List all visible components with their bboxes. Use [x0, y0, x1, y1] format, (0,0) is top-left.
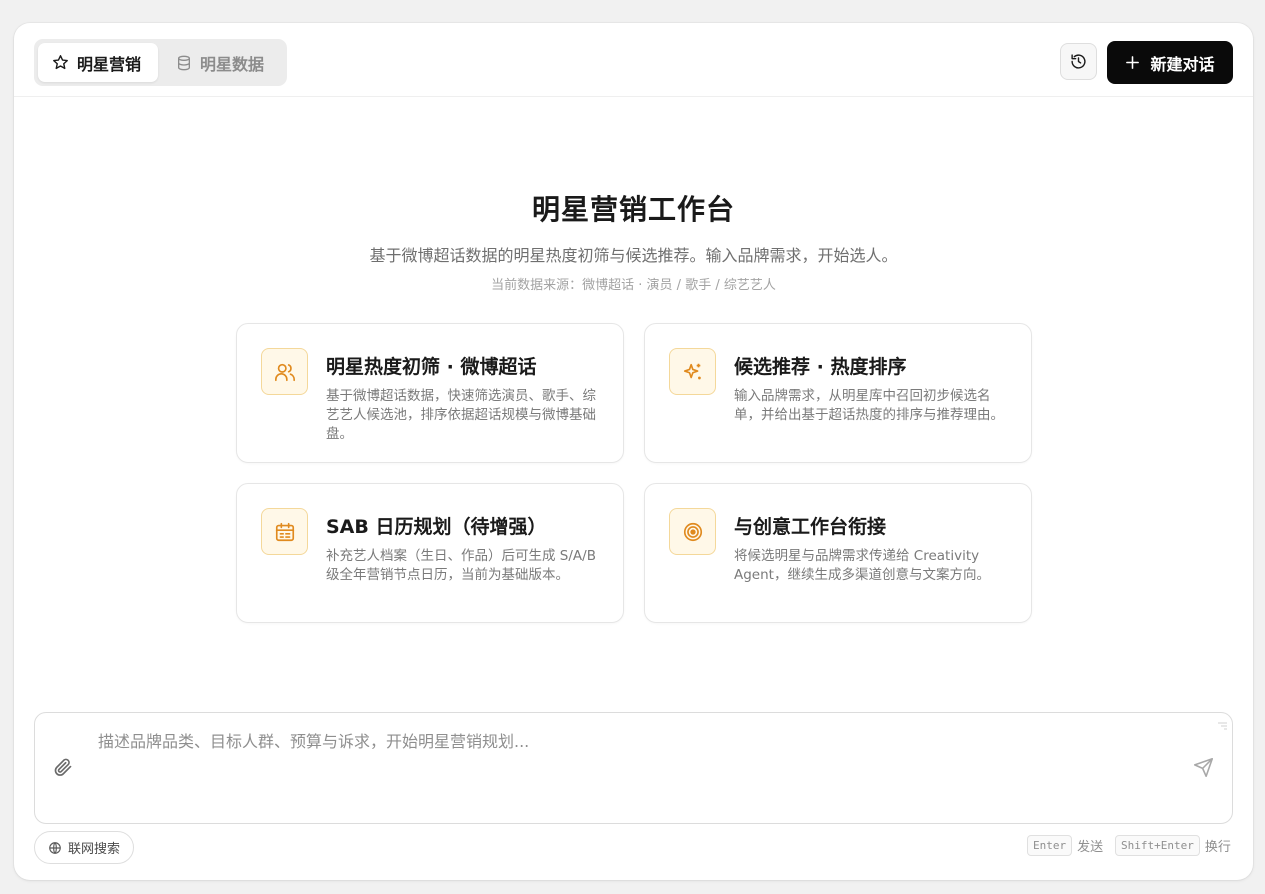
mode-tabs: 明星营销 明星数据 — [34, 39, 287, 86]
message-composer[interactable]: 描述品牌品类、目标人群、预算与诉求，开始明星营销规划... — [34, 712, 1233, 824]
users-icon — [261, 348, 308, 395]
send-button[interactable] — [1193, 757, 1214, 782]
card-title: 候选推荐 · 热度排序 — [734, 356, 907, 378]
shift-enter-key: Shift+Enter — [1115, 835, 1200, 856]
data-source-note: 当前数据来源：微博超话 · 演员 / 歌手 / 综艺艺人 — [491, 278, 776, 293]
enter-hint: Enter 发送 — [1027, 835, 1103, 856]
web-search-toggle[interactable]: 联网搜索 — [34, 831, 134, 864]
card-title: SAB 日历规划（待增强） — [326, 516, 547, 538]
plus-icon — [1126, 56, 1140, 69]
top-bar: 明星营销 明星数据 新建对话 — [14, 23, 1253, 97]
shift-enter-hint-label: 换行 — [1204, 840, 1231, 855]
feature-card-creativity-link[interactable]: 与创意工作台衔接 将候选明星与品牌需求传递给 Creativity Agent，… — [644, 483, 1032, 623]
new-chat-label: 新建对话 — [1150, 54, 1215, 74]
card-title: 与创意工作台衔接 — [734, 516, 887, 538]
globe-icon — [49, 841, 61, 854]
calendar-icon — [261, 508, 308, 555]
web-search-label: 联网搜索 — [67, 842, 120, 857]
attach-button[interactable] — [53, 757, 73, 781]
feature-card-heat-screening[interactable]: 明星热度初筛 · 微博超话 基于微博超话数据，快速筛选演员、歌手、综艺艺人候选池… — [236, 323, 624, 463]
tab-star-data[interactable]: 明星数据 — [162, 43, 283, 82]
card-title: 明星热度初筛 · 微博超话 — [326, 356, 537, 378]
shift-enter-hint: Shift+Enter 换行 — [1115, 835, 1231, 856]
new-chat-button[interactable]: 新建对话 — [1107, 41, 1233, 84]
star-icon — [53, 55, 68, 70]
target-icon — [669, 508, 716, 555]
page-title: 明星营销工作台 — [531, 193, 735, 226]
paperclip-icon — [54, 758, 72, 776]
history-button[interactable] — [1060, 43, 1097, 80]
feature-cards: 明星热度初筛 · 微博超话 基于微博超话数据，快速筛选演员、歌手、综艺艺人候选池… — [236, 323, 1032, 623]
send-icon — [1193, 757, 1214, 778]
page-subtitle: 基于微博超话数据的明星热度初筛与候选推荐。输入品牌需求，开始选人。 — [369, 246, 898, 265]
tab-star-marketing[interactable]: 明星营销 — [38, 43, 158, 82]
card-desc: 补充艺人档案（生日、作品）后可生成 S/A/B 级全年营销节点日历，当前为基础版… — [326, 548, 596, 583]
history-icon — [1071, 54, 1086, 69]
tab-label: 明星营销 — [77, 54, 142, 74]
feature-card-sab-calendar[interactable]: SAB 日历规划（待增强） 补充艺人档案（生日、作品）后可生成 S/A/B 级全… — [236, 483, 624, 623]
tab-label: 明星数据 — [200, 54, 265, 74]
resize-handle-icon[interactable] — [1216, 717, 1228, 736]
sparkles-icon — [669, 348, 716, 395]
card-desc: 基于微博超话数据，快速筛选演员、歌手、综艺艺人候选池，排序依据超话规模与微博基础… — [326, 388, 596, 442]
hero-section: 明星营销工作台 基于微博超话数据的明星热度初筛与候选推荐。输入品牌需求，开始选人… — [14, 188, 1253, 293]
database-icon — [178, 55, 190, 70]
message-input[interactable]: 描述品牌品类、目标人群、预算与诉求，开始明星营销规划... — [98, 728, 529, 752]
feature-card-candidate-recommend[interactable]: 候选推荐 · 热度排序 输入品牌需求，从明星库中召回初步候选名单，并给出基于超话… — [644, 323, 1032, 463]
card-desc: 将候选明星与品牌需求传递给 Creativity Agent，继续生成多渠道创意… — [734, 548, 990, 583]
card-desc: 输入品牌需求，从明星库中召回初步候选名单，并给出基于超话热度的排序与推荐理由。 — [734, 388, 1004, 423]
app-window: 明星营销 明星数据 新建对话 明星营销工作台 基于微博超话数据的明星热度初筛与候… — [14, 23, 1253, 880]
enter-hint-label: 发送 — [1077, 840, 1104, 855]
enter-key: Enter — [1027, 835, 1073, 856]
